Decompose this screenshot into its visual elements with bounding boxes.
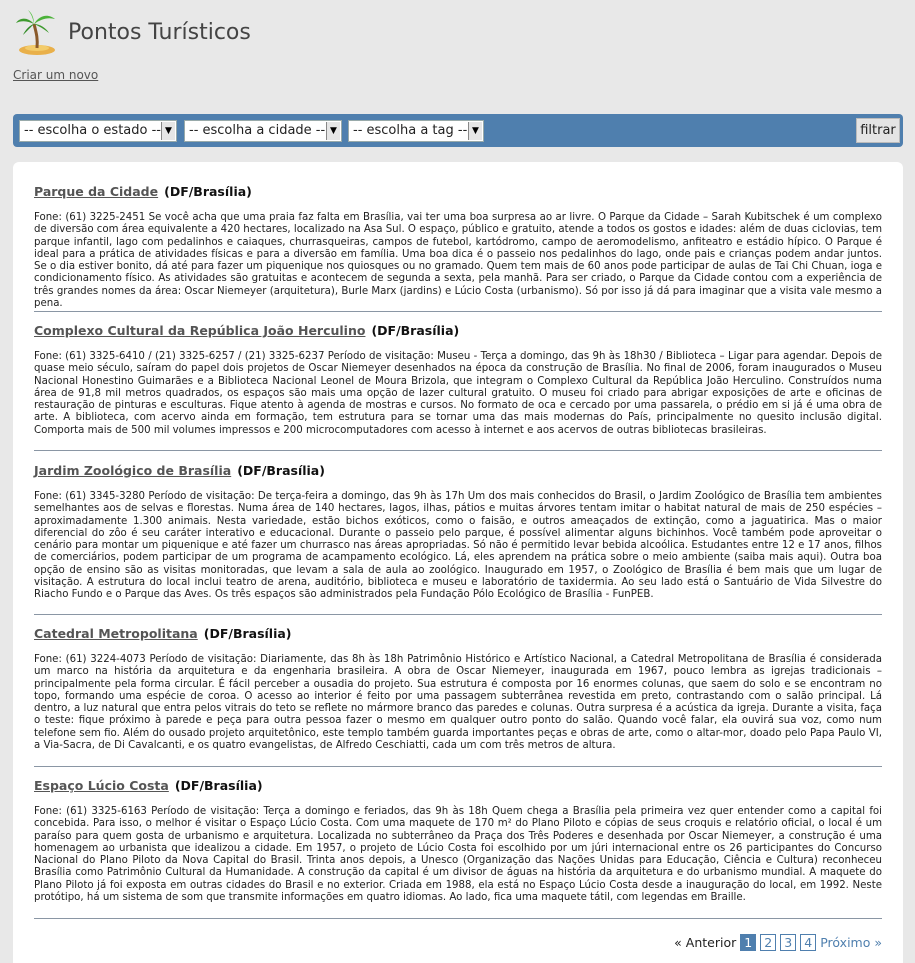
entry-description: Fone: (61) 3325-6410 / (21) 3325-6257 / …	[34, 351, 882, 436]
chevron-down-icon: ▼	[326, 122, 340, 140]
next-page-link[interactable]: Próximo »	[820, 935, 882, 950]
list-item: Complexo Cultural da República João Herc…	[34, 323, 882, 437]
entry-title: Catedral Metropolitana (DF/Brasília)	[34, 626, 882, 641]
city-select[interactable]: -- escolha a cidade -- ▼	[184, 120, 342, 142]
pagination: « Anterior 1 2 3 4 Próximo »	[674, 934, 882, 951]
list-item: Jardim Zoológico de Brasília (DF/Brasília…	[34, 463, 882, 602]
chevron-down-icon: ▼	[161, 122, 175, 140]
page-1-link[interactable]: 1	[740, 934, 757, 951]
list-item: Catedral Metropolitana (DF/Brasília) Fone…	[34, 626, 882, 752]
entry-description: Fone: (61) 3345-3280 Período de visitaçã…	[34, 491, 882, 601]
entry-link[interactable]: Espaço Lúcio Costa	[34, 778, 169, 793]
create-new-link[interactable]: Criar um novo	[13, 68, 98, 82]
entry-link[interactable]: Catedral Metropolitana	[34, 626, 198, 641]
entry-location: (DF/Brasília)	[174, 778, 263, 793]
entry-link[interactable]: Parque da Cidade	[34, 184, 158, 199]
entry-location: (DF/Brasília)	[164, 184, 252, 199]
divider	[34, 311, 882, 312]
prev-page-link[interactable]: « Anterior	[674, 935, 736, 950]
list-item: Espaço Lúcio Costa (DF/Brasília) Fone: (6…	[34, 778, 882, 904]
chevron-down-icon: ▼	[468, 122, 482, 140]
entry-link[interactable]: Complexo Cultural da República João Herc…	[34, 323, 365, 338]
page-2-link[interactable]: 2	[760, 934, 777, 951]
city-select-value: -- escolha a cidade --	[189, 123, 326, 138]
entry-link[interactable]: Jardim Zoológico de Brasília	[34, 463, 231, 478]
divider	[34, 766, 882, 767]
divider	[34, 918, 882, 919]
tag-select[interactable]: -- escolha a tag -- ▼	[348, 120, 484, 142]
entry-title: Espaço Lúcio Costa (DF/Brasília)	[34, 778, 882, 793]
entry-description: Fone: (61) 3325-6163 Período de visitaçã…	[34, 806, 882, 904]
entry-location: (DF/Brasília)	[237, 463, 325, 478]
entry-location: (DF/Brasília)	[203, 626, 292, 641]
entry-title: Jardim Zoológico de Brasília (DF/Brasília…	[34, 463, 882, 478]
palm-tree-island-icon	[16, 10, 55, 55]
list-item: Parque da Cidade (DF/Brasília) Fone: (61)…	[34, 184, 882, 310]
tag-select-value: -- escolha a tag --	[353, 123, 468, 138]
header: Pontos Turísticos	[0, 0, 915, 62]
divider	[34, 450, 882, 451]
page-3-link[interactable]: 3	[780, 934, 797, 951]
entry-title: Complexo Cultural da República João Herc…	[34, 323, 882, 338]
page-4-link[interactable]: 4	[800, 934, 817, 951]
entry-location: (DF/Brasília)	[371, 323, 460, 338]
page-title: Pontos Turísticos	[68, 20, 251, 45]
filter-bar: -- escolha o estado -- ▼ -- escolha a ci…	[13, 114, 903, 147]
entry-description: Fone: (61) 3225-2451 Se você acha que um…	[34, 212, 882, 310]
results-panel: Parque da Cidade (DF/Brasília) Fone: (61)…	[13, 162, 903, 963]
state-select[interactable]: -- escolha o estado -- ▼	[19, 120, 177, 142]
entry-title: Parque da Cidade (DF/Brasília)	[34, 184, 882, 199]
state-select-value: -- escolha o estado --	[24, 123, 161, 138]
divider	[34, 614, 882, 615]
entry-description: Fone: (61) 3224-4073 Período de visitaçã…	[34, 654, 882, 752]
filter-button[interactable]: filtrar	[856, 118, 900, 143]
